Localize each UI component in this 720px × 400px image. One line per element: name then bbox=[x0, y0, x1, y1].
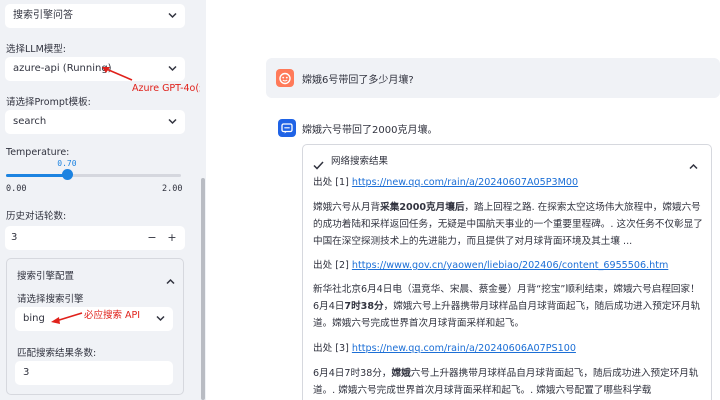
mode-select-value: 搜索引擎问答 bbox=[13, 10, 73, 21]
source-3-snippet: 6月4日7时38分，嫦娥六号上升器携带月球样品自月球背面起飞，随后成功进入预定环… bbox=[313, 368, 699, 396]
annotation-arrow-icon bbox=[51, 312, 83, 324]
chevron-down-icon bbox=[156, 307, 165, 322]
increment-button[interactable]: + bbox=[163, 226, 181, 250]
chevron-up-icon[interactable] bbox=[166, 270, 175, 289]
source-1-link[interactable]: https://new.qq.com/rain/a/20240607A05P3M… bbox=[352, 177, 578, 188]
chevron-down-icon bbox=[168, 4, 177, 19]
source-2-header: 出处 [2] https://www.gov.cn/yaowen/liebiao… bbox=[313, 257, 703, 274]
annotation-arrow-icon bbox=[102, 67, 133, 81]
source-2-label: 出处 [2] bbox=[313, 260, 349, 271]
chevron-up-icon[interactable] bbox=[689, 155, 698, 174]
prompt-template-label: 请选择Prompt模板: bbox=[6, 97, 91, 108]
temperature-max: 2.00 bbox=[162, 184, 183, 194]
temperature-slider-fill bbox=[6, 174, 68, 177]
user-message: 嫦娥6号带回了多少月壤? bbox=[266, 58, 720, 98]
source-2-snippet: 新华社北京6月4日电（温竞华、宋晨、蔡金曼）月背“挖宝”顺利结束，嫦娥六号启程回… bbox=[313, 284, 701, 329]
source-1-header: 出处 [1] https://new.qq.com/rain/a/2024060… bbox=[313, 174, 703, 191]
llm-model-label: 选择LLM模型: bbox=[6, 44, 66, 55]
temperature-value: 0.70 bbox=[57, 159, 77, 168]
source-1-label: 出处 [1] bbox=[313, 177, 349, 188]
search-api-annotation: 必应搜索 API bbox=[84, 310, 141, 321]
search-engine-label: 请选择搜索引擎 bbox=[17, 294, 84, 305]
check-icon bbox=[313, 155, 324, 174]
source-3-header: 出处 [3] https://new.qq.com/rain/a/2024060… bbox=[313, 340, 703, 357]
search-results-expander: 网络搜索结果 出处 [1] https://new.qq.com/rain/a/… bbox=[302, 144, 712, 400]
azure-annotation: Azure GPT-4o(最新版) bbox=[132, 83, 200, 94]
llm-model-value: azure-api (Running) bbox=[13, 63, 112, 74]
decrement-button[interactable]: − bbox=[143, 226, 161, 250]
temperature-min: 0.00 bbox=[6, 184, 27, 194]
history-rounds-label: 历史对话轮数: bbox=[6, 211, 67, 222]
llm-model-select[interactable]: azure-api (Running) bbox=[5, 57, 185, 81]
sidebar-scrollbar-thumb[interactable] bbox=[201, 178, 205, 400]
chat-area: 嫦娥6号带回了多少月壤? 嫦娥六号带回了2000克月壤。 网络搜索结果 出处 [… bbox=[206, 0, 720, 400]
history-rounds-stepper: 3 − + bbox=[5, 226, 185, 250]
app-root: 搜索引擎问答 选择LLM模型: azure-api (Running) 请选择P… bbox=[0, 0, 720, 400]
search-engine-config-title[interactable]: 搜索引擎配置 bbox=[17, 268, 74, 282]
assistant-avatar-icon bbox=[278, 119, 296, 137]
temperature-slider-track[interactable] bbox=[6, 174, 181, 177]
source-2-link[interactable]: https://www.gov.cn/yaowen/liebiao/202406… bbox=[352, 260, 668, 271]
user-question: 嫦娥6号带回了多少月壤? bbox=[302, 75, 414, 86]
user-avatar-icon bbox=[276, 69, 294, 87]
match-count-input[interactable]: 3 bbox=[15, 361, 173, 385]
chevron-down-icon bbox=[168, 57, 177, 72]
source-3-link[interactable]: https://new.qq.com/rain/a/20240606A07PS1… bbox=[352, 343, 576, 354]
temperature-slider-thumb[interactable] bbox=[62, 169, 74, 180]
search-engine-value: bing bbox=[23, 313, 45, 324]
temperature-label: Temperature: bbox=[6, 147, 70, 158]
search-results-title[interactable]: 网络搜索结果 bbox=[331, 153, 388, 167]
match-count-value: 3 bbox=[23, 367, 30, 378]
search-engine-config-expander: 搜索引擎配置 请选择搜索引擎 bing 匹配搜索结果条数: 3 bbox=[6, 258, 184, 395]
source-1-snippet: 嫦娥六号从月背采集2000克月壤后，踏上回程之路. 在探索太空这场伟大旅程中，嫦… bbox=[313, 202, 703, 247]
mode-select[interactable]: 搜索引擎问答 bbox=[5, 4, 185, 28]
prompt-template-select[interactable]: search bbox=[5, 110, 185, 134]
assistant-answer: 嫦娥六号带回了2000克月壤。 bbox=[302, 125, 438, 136]
match-count-label: 匹配搜索结果条数: bbox=[17, 348, 97, 359]
prompt-template-value: search bbox=[13, 116, 47, 127]
sidebar: 搜索引擎问答 选择LLM模型: azure-api (Running) 请选择P… bbox=[0, 0, 200, 400]
chevron-down-icon bbox=[168, 110, 177, 125]
history-rounds-value[interactable]: 3 bbox=[11, 226, 17, 250]
source-3-label: 出处 [3] bbox=[313, 343, 349, 354]
